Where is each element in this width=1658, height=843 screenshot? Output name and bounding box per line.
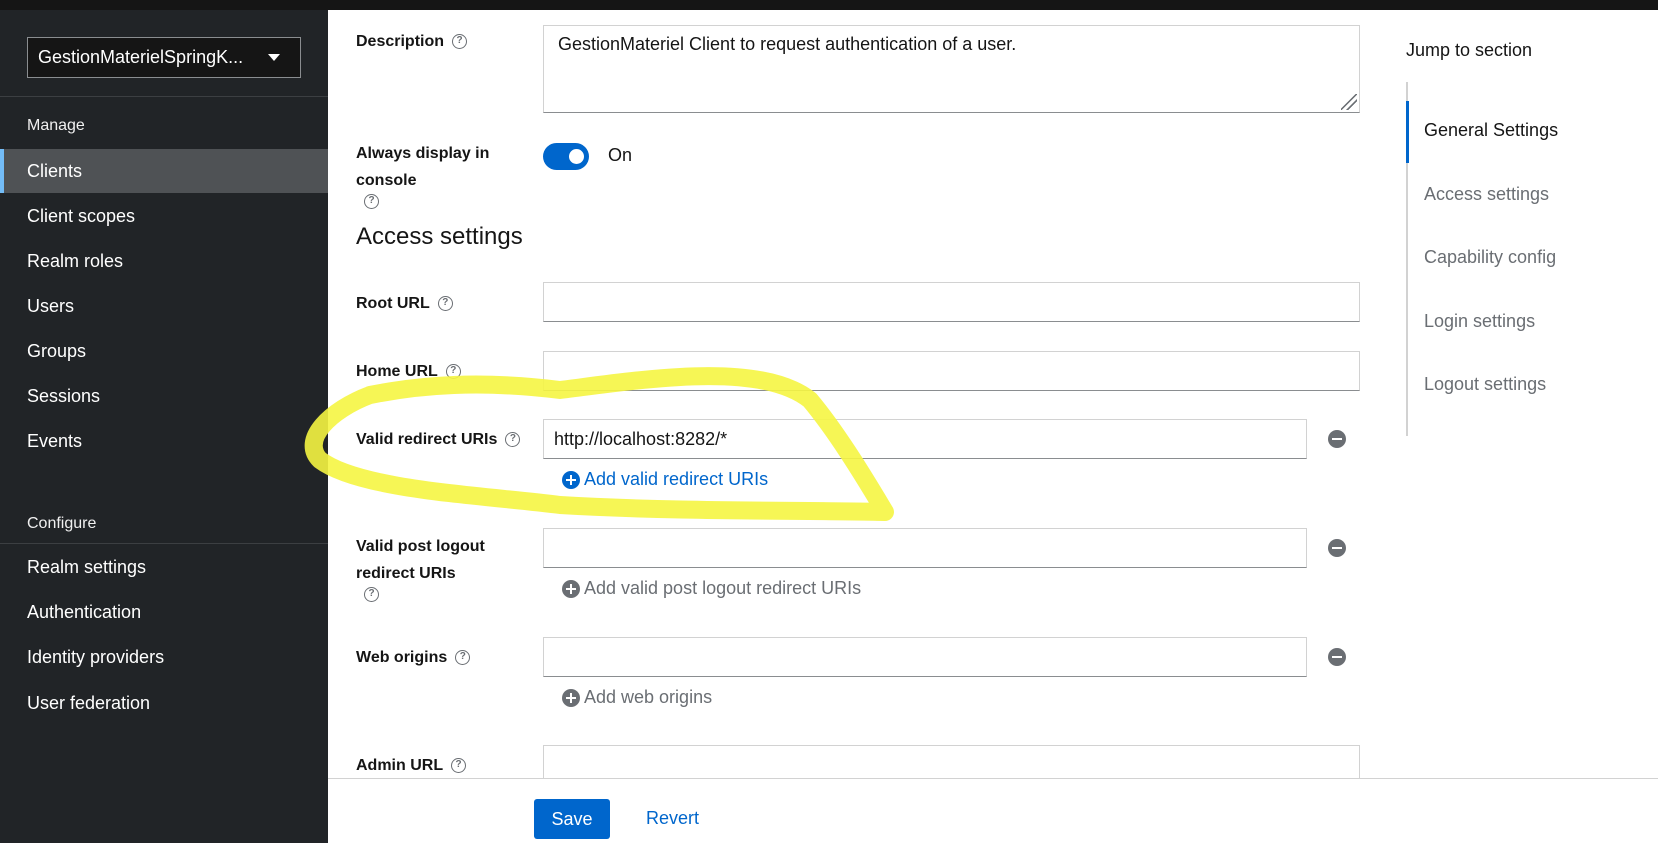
- label-text: Home URL: [356, 363, 438, 380]
- sidebar-item-label: Groups: [27, 340, 87, 361]
- post-logout-label: Valid post logout redirect URIs?: [356, 533, 496, 602]
- nav-group-configure: Configure: [27, 515, 97, 532]
- sidebar: GestionMaterielSpringK... Manage Clients…: [0, 10, 328, 843]
- sidebar-item-realm-roles[interactable]: Realm roles: [0, 239, 328, 283]
- admin-url-input[interactable]: [543, 745, 1360, 778]
- section-heading: Access settings: [356, 223, 523, 250]
- label-text: Root URL: [356, 295, 430, 312]
- add-valid-redirect-link[interactable]: Add valid redirect URIs: [562, 469, 768, 490]
- sidebar-divider: [0, 543, 328, 544]
- root-url-input[interactable]: [543, 282, 1360, 322]
- web-origins-input[interactable]: [543, 637, 1307, 677]
- sidebar-item-users[interactable]: Users: [0, 284, 328, 328]
- top-bar: [0, 0, 1658, 10]
- toggle-state-text: On: [608, 145, 633, 165]
- add-web-origins-link[interactable]: Add web origins: [562, 687, 712, 708]
- always-display-toggle[interactable]: [543, 143, 589, 170]
- sidebar-item-events[interactable]: Events: [0, 419, 328, 463]
- admin-url-label: Admin URL?: [356, 752, 467, 779]
- jump-to-section-title: Jump to section: [1406, 40, 1533, 60]
- sidebar-item-sessions[interactable]: Sessions: [0, 374, 328, 418]
- sidebar-item-label: Realm settings: [27, 556, 147, 577]
- sidebar-item-label: Realm roles: [27, 250, 124, 271]
- sidebar-divider: [0, 96, 328, 97]
- jump-general-settings[interactable]: General Settings: [1424, 120, 1558, 141]
- sidebar-item-label: Users: [27, 295, 75, 316]
- caret-down-icon: [268, 54, 280, 61]
- sidebar-item-realm-settings[interactable]: Realm settings: [0, 545, 328, 589]
- home-url-label: Home URL?: [356, 358, 461, 385]
- remove-redirect-icon[interactable]: [1328, 430, 1346, 448]
- save-button[interactable]: Save: [534, 799, 610, 839]
- help-icon[interactable]: ?: [364, 194, 379, 209]
- description-value: GestionMateriel Client to request authen…: [558, 34, 1017, 54]
- label-text: Admin URL: [356, 757, 444, 774]
- jump-login-settings[interactable]: Login settings: [1424, 311, 1535, 332]
- label-text: Valid post logout redirect URIs: [356, 538, 485, 582]
- plus-circle-icon: [562, 688, 580, 707]
- plus-circle-icon: [562, 579, 580, 598]
- realm-name: GestionMaterielSpringK...: [38, 47, 244, 67]
- form-footer: Save Revert: [328, 778, 1658, 843]
- description-textarea[interactable]: GestionMateriel Client to request authen…: [543, 25, 1360, 113]
- revert-button[interactable]: Revert: [646, 808, 699, 829]
- sidebar-item-user-federation[interactable]: User federation: [0, 681, 328, 725]
- valid-redirect-label: Valid redirect URIs?: [356, 426, 521, 453]
- sidebar-item-groups[interactable]: Groups: [0, 329, 328, 373]
- resize-grip-icon[interactable]: [1341, 94, 1357, 110]
- label-text: Web origins: [356, 649, 448, 666]
- jump-access-settings[interactable]: Access settings: [1424, 184, 1549, 205]
- realm-selector[interactable]: GestionMaterielSpringK...: [27, 37, 301, 78]
- help-icon[interactable]: ?: [364, 587, 379, 602]
- jump-capability-config[interactable]: Capability config: [1424, 247, 1556, 268]
- remove-post-logout-icon[interactable]: [1328, 539, 1346, 557]
- sidebar-item-authentication[interactable]: Authentication: [0, 590, 328, 634]
- sidebar-item-label: Clients: [27, 160, 83, 181]
- sidebar-item-label: User federation: [27, 692, 151, 713]
- sidebar-item-label: Identity providers: [27, 646, 165, 667]
- post-logout-input[interactable]: [543, 528, 1307, 568]
- help-icon[interactable]: ?: [437, 296, 453, 311]
- sidebar-item-identity-providers[interactable]: Identity providers: [0, 635, 328, 679]
- sidebar-item-label: Authentication: [27, 601, 142, 622]
- help-icon[interactable]: ?: [452, 34, 468, 49]
- home-url-input[interactable]: [543, 351, 1360, 391]
- sidebar-item-clients[interactable]: Clients: [0, 149, 328, 193]
- add-link-text: Add valid redirect URIs: [584, 469, 769, 489]
- help-icon[interactable]: ?: [455, 650, 471, 665]
- add-post-logout-link[interactable]: Add valid post logout redirect URIs: [562, 578, 861, 599]
- web-origins-label: Web origins?: [356, 644, 471, 671]
- description-label: Description?: [356, 28, 536, 55]
- sidebar-item-client-scopes[interactable]: Client scopes: [0, 194, 328, 238]
- always-display-label: Always display in console?: [356, 140, 506, 209]
- add-link-text: Add valid post logout redirect URIs: [584, 578, 862, 598]
- add-link-text: Add web origins: [584, 687, 713, 707]
- jump-active-indicator: [1406, 101, 1409, 163]
- plus-circle-icon: [562, 470, 580, 489]
- remove-web-origin-icon[interactable]: [1328, 648, 1346, 666]
- label-text: Description: [356, 33, 445, 50]
- help-icon[interactable]: ?: [505, 432, 521, 447]
- root-url-label: Root URL?: [356, 290, 453, 317]
- sidebar-item-label: Sessions: [27, 385, 101, 406]
- sidebar-item-label: Events: [27, 430, 83, 451]
- label-text: Always display in console: [356, 145, 490, 189]
- toggle-knob: [569, 149, 584, 164]
- nav-group-manage: Manage: [27, 117, 85, 134]
- valid-redirect-input[interactable]: http://localhost:8282/*: [543, 419, 1307, 459]
- jump-logout-settings[interactable]: Logout settings: [1424, 374, 1546, 395]
- label-text: Valid redirect URIs: [356, 431, 498, 448]
- sidebar-item-label: Client scopes: [27, 205, 136, 226]
- help-icon[interactable]: ?: [445, 364, 461, 379]
- help-icon[interactable]: ?: [451, 758, 467, 773]
